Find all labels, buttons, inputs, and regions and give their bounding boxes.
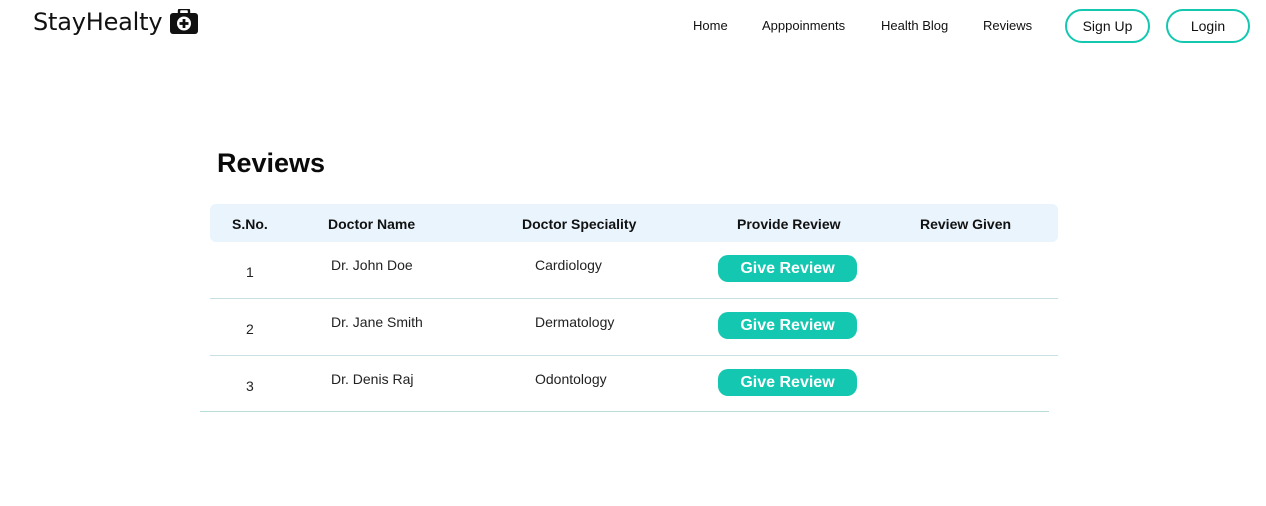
header-doctor-speciality: Doctor Speciality — [522, 216, 637, 232]
row-speciality: Cardiology — [535, 257, 602, 273]
row-speciality: Dermatology — [535, 314, 615, 330]
header-sno: S.No. — [232, 216, 268, 232]
row-doctor-name: Dr. Jane Smith — [331, 314, 423, 330]
row-speciality: Odontology — [535, 371, 607, 387]
nav-link-reviews[interactable]: Reviews — [983, 18, 1032, 33]
give-review-button[interactable]: Give Review — [718, 369, 857, 396]
sign-up-button[interactable]: Sign Up — [1065, 9, 1150, 43]
nav-links: Home Apppoinments Health Blog Reviews Si… — [0, 0, 1266, 52]
table-row: 3 Dr. Denis Raj Odontology Give Review — [210, 356, 1058, 413]
row-doctor-name: Dr. John Doe — [331, 257, 413, 273]
table-bottom-divider — [200, 411, 1049, 412]
row-sno: 3 — [246, 378, 254, 394]
login-button[interactable]: Login — [1166, 9, 1250, 43]
navbar: StayHealty Home Apppoinments Health Blog… — [0, 0, 1266, 52]
nav-link-home[interactable]: Home — [693, 18, 728, 33]
header-provide-review: Provide Review — [737, 216, 841, 232]
header-review-given: Review Given — [920, 216, 1012, 232]
reviews-table: S.No. Doctor Name Doctor Speciality Prov… — [210, 204, 1058, 413]
nav-link-health-blog[interactable]: Health Blog — [881, 18, 948, 33]
give-review-button[interactable]: Give Review — [718, 312, 857, 339]
page-title: Reviews — [217, 148, 326, 178]
header-doctor-name: Doctor Name — [328, 216, 416, 232]
row-doctor-name: Dr. Denis Raj — [331, 371, 414, 387]
give-review-button[interactable]: Give Review — [718, 255, 857, 282]
table-header: S.No. Doctor Name Doctor Speciality Prov… — [210, 204, 1058, 242]
row-sno: 1 — [246, 264, 254, 280]
row-sno: 2 — [246, 321, 254, 337]
table-row: 2 Dr. Jane Smith Dermatology Give Review — [210, 299, 1058, 356]
table-row: 1 Dr. John Doe Cardiology Give Review — [210, 242, 1058, 299]
nav-link-appointments[interactable]: Apppoinments — [762, 18, 845, 33]
